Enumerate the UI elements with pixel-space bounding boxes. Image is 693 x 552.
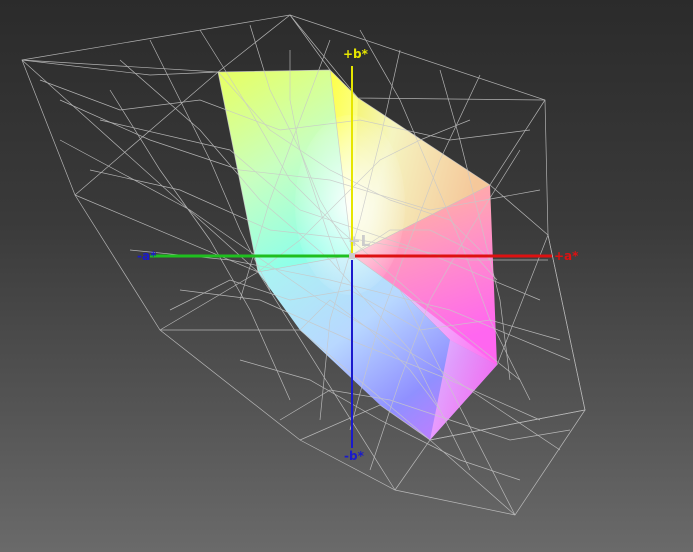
axis-label-plus-b: +b* <box>343 47 368 61</box>
axis-label-minus-b: -b* <box>344 449 364 463</box>
gamut-scene[interactable] <box>0 0 693 552</box>
axis-origin-marker <box>349 253 355 259</box>
axis-label-minus-a: -a* <box>137 249 157 263</box>
gamut-white-core <box>295 115 405 295</box>
gamut-3d-viewer[interactable]: +b* -b* +a* -a* +L <box>0 0 693 552</box>
axis-label-plus-l: +L <box>348 232 371 250</box>
axis-label-plus-a: +a* <box>554 249 579 263</box>
lab-axes <box>150 66 552 448</box>
